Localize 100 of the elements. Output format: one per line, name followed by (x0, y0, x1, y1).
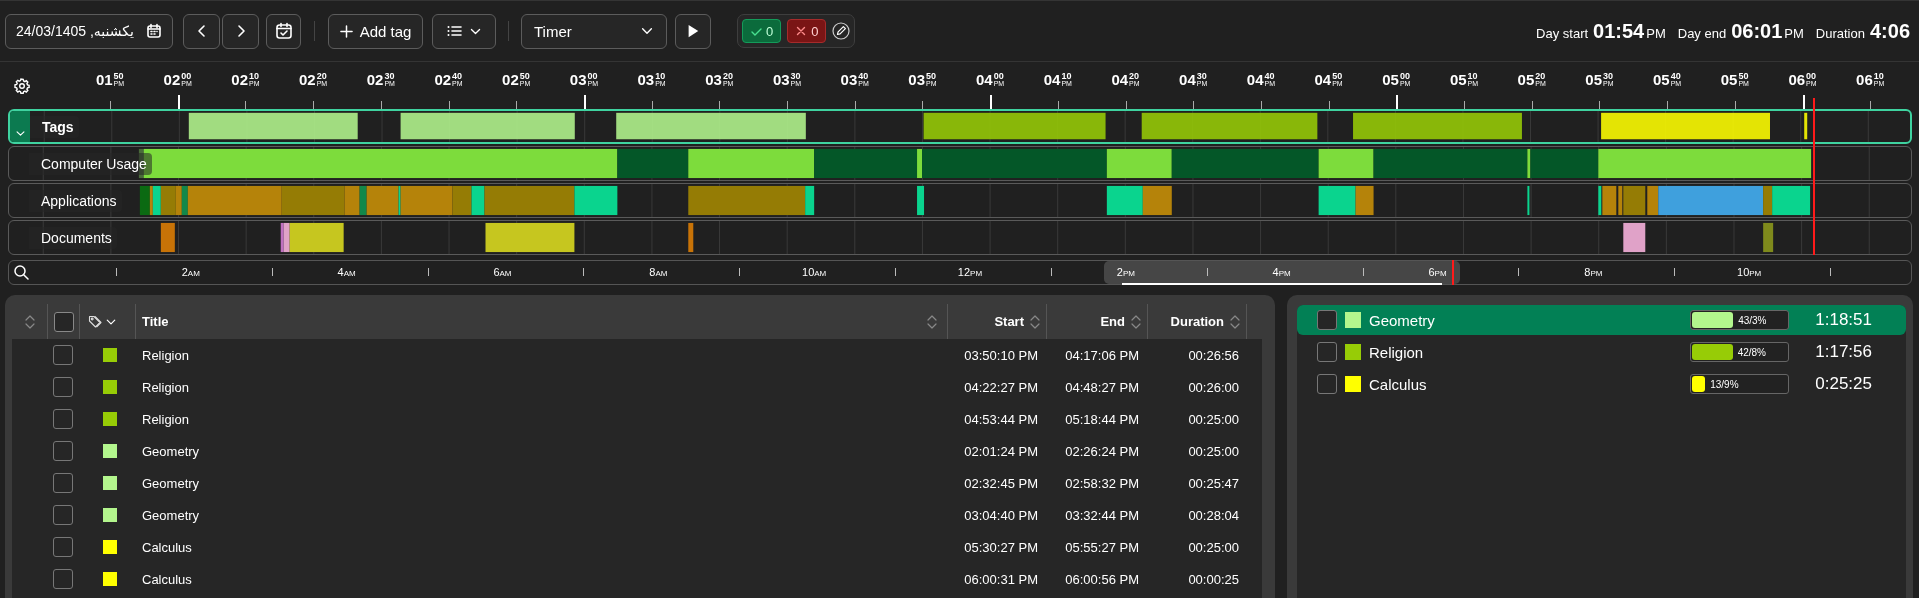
time-period: PM (1646, 25, 1666, 41)
summary-label: Day start (1536, 25, 1589, 41)
tag-total-row[interactable]: Religion 42/8% 1:17:56 (1297, 337, 1906, 367)
table-cell-text: 04:53:44 PM (964, 411, 1039, 427)
sort-icon (1129, 313, 1143, 330)
table-cell-text: 04:17:06 PM (1065, 347, 1140, 363)
collapse-button[interactable] (10, 111, 30, 142)
application-bar (917, 185, 925, 216)
time-period: PM (1784, 25, 1804, 41)
row-checkbox[interactable] (53, 441, 73, 461)
sort-icon (1028, 313, 1042, 330)
row-checkbox[interactable] (53, 569, 73, 589)
add-tag-button[interactable]: Add tag (328, 13, 423, 49)
select-all-checkbox[interactable] (53, 311, 74, 332)
table-cell-text: 06:00:31 PM (964, 571, 1039, 587)
tag-duration: 1:17:56 (1815, 342, 1872, 362)
table-cell-text: Calculus (141, 539, 193, 555)
tag-checkbox[interactable] (1317, 342, 1337, 362)
table-cell-text: 04:22:27 PM (964, 379, 1039, 395)
table-cell-text: Geometry (141, 507, 201, 523)
approved-button[interactable]: 0 (742, 19, 782, 43)
table-cell-text: Geometry (141, 443, 201, 459)
rejected-button[interactable]: 0 (787, 19, 827, 43)
date-field[interactable]: یکشنبه, 24/03/1405 (5, 13, 173, 49)
table-cell-text: Religion (141, 411, 190, 427)
row-checkbox[interactable] (53, 409, 73, 429)
calendar-icon (146, 23, 162, 39)
calendar-check-icon (274, 22, 293, 40)
table-cell-text: 05:55:27 PM (1065, 539, 1140, 555)
table-cell-text: 04:48:27 PM (1065, 379, 1140, 395)
table-cell-text: 00:25:47 (1188, 475, 1240, 491)
tag-duration: 1:18:51 (1815, 310, 1872, 330)
table-cell-text: Calculus (141, 571, 193, 587)
table-cell-text: 00:25:00 (1188, 411, 1240, 427)
summary-value: 06:01 (1731, 19, 1783, 43)
list-icon (446, 24, 462, 38)
summary-label: Day end (1677, 25, 1727, 41)
percent-label: 43/3% (1738, 314, 1767, 326)
previous-button[interactable] (183, 13, 220, 49)
document-bar (160, 222, 175, 253)
table-cell-text: Religion (141, 347, 190, 363)
row-checkbox[interactable] (53, 473, 73, 493)
summary-label: Duration (1815, 25, 1865, 41)
tag-name: Religion (1369, 343, 1425, 361)
chevron-down-icon (14, 128, 26, 139)
tag-name: Calculus (1369, 375, 1428, 393)
table-cell-text: 02:01:24 PM (964, 443, 1039, 459)
play-button[interactable] (675, 13, 711, 49)
row-checkbox[interactable] (53, 345, 73, 365)
document-bar (1623, 222, 1646, 253)
tag-name: Geometry (1369, 311, 1436, 329)
plus-icon (339, 24, 353, 38)
tag-total-row[interactable]: Geometry 43/3% 1:18:51 (1297, 305, 1906, 335)
percent-label: 13/9% (1710, 378, 1739, 390)
row-checkbox[interactable] (53, 377, 73, 397)
row-checkbox[interactable] (53, 537, 73, 557)
close-icon (795, 25, 808, 37)
table-cell-text: 00:26:00 (1188, 379, 1240, 395)
tag-icon (88, 314, 103, 329)
column-header[interactable]: End (1100, 313, 1143, 330)
table-cell-text: 00:00:25 (1188, 571, 1240, 587)
application-bar (1106, 185, 1143, 216)
today-button[interactable] (266, 13, 301, 49)
sort-icon (925, 313, 939, 330)
tag-duration: 0:25:25 (1815, 374, 1872, 394)
row-checkbox[interactable] (53, 505, 73, 525)
summary-value: 01:54 (1593, 19, 1645, 43)
table-cell-text: 00:25:00 (1188, 539, 1240, 555)
tag-filter-button[interactable] (88, 314, 117, 329)
column-header[interactable]: Duration (1170, 313, 1242, 330)
tag-total-row[interactable]: Calculus 13/9% 0:25:25 (1297, 369, 1906, 399)
tag-checkbox[interactable] (1317, 310, 1337, 330)
table-cell-text: 06:00:56 PM (1065, 571, 1140, 587)
table-cell-text: 03:50:10 PM (964, 347, 1039, 363)
column-header[interactable]: Start (994, 313, 1042, 330)
list-menu-button[interactable] (432, 13, 496, 49)
table-cell-text: 03:04:40 PM (964, 507, 1039, 523)
document-bar (1763, 222, 1774, 253)
table-cell-text: 03:32:44 PM (1065, 507, 1140, 523)
table-cell-text: 02:32:45 PM (964, 475, 1039, 491)
table-cell-text: 02:58:32 PM (1065, 475, 1140, 491)
next-button[interactable] (222, 13, 259, 49)
play-icon (686, 23, 700, 39)
table-cell-text: Religion (141, 379, 190, 395)
tag-checkbox[interactable] (1317, 374, 1337, 394)
percent-label: 42/8% (1737, 346, 1766, 358)
application-bar (1527, 185, 1530, 216)
tag-bar (1804, 112, 1808, 140)
table-cell-text: Geometry (141, 475, 201, 491)
summary-value: 4:06 (1869, 19, 1910, 43)
table-cell-text: 00:28:04 (1188, 507, 1240, 523)
sort-icon (1228, 313, 1242, 330)
table-cell-text: 05:18:44 PM (1065, 411, 1140, 427)
edit-icon[interactable] (832, 22, 851, 40)
column-header[interactable]: Title (142, 313, 939, 330)
table-cell-text: 00:26:56 (1188, 347, 1240, 363)
settings-icon[interactable] (14, 78, 30, 94)
mode-dropdown[interactable]: Timer (521, 13, 667, 49)
document-bar (688, 222, 694, 253)
application-bar (1142, 185, 1172, 216)
